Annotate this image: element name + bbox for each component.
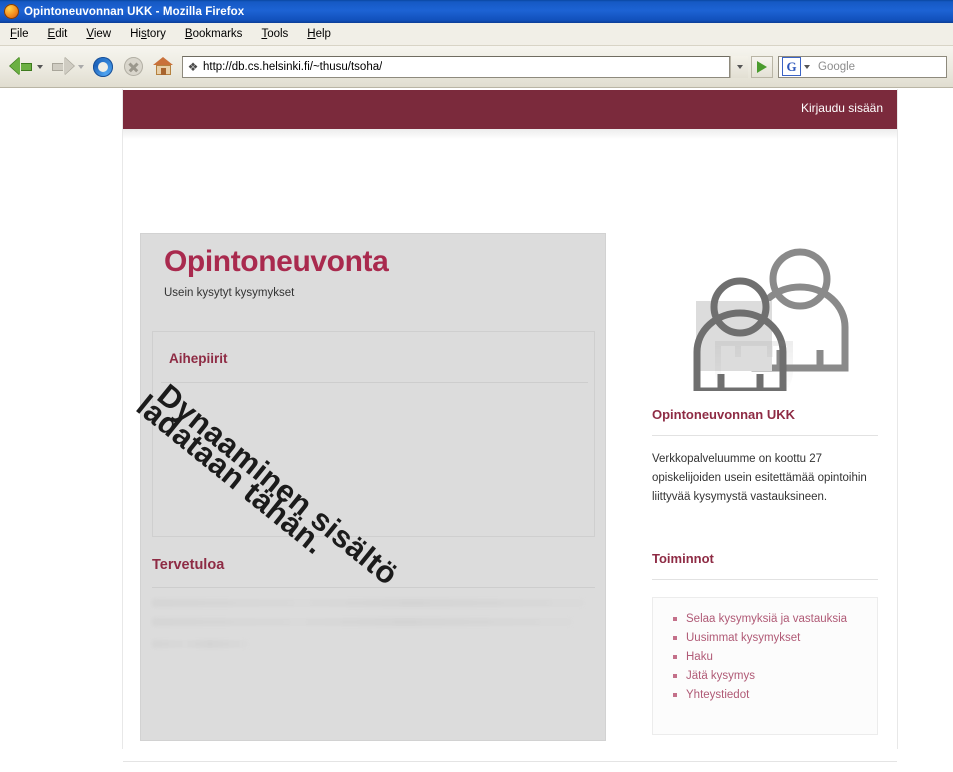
home-button[interactable] <box>148 52 178 82</box>
search-bar[interactable]: G Google <box>778 55 947 78</box>
actions-heading: Toiminnot <box>652 551 714 566</box>
menu-item-edit[interactable]: Edit <box>48 28 68 40</box>
window-titlebar: Opintoneuvonnan UKK - Mozilla Firefox <box>0 0 953 23</box>
topics-heading: Aihepiirit <box>169 351 228 366</box>
page-subtitle: Usein kysytyt kysymykset <box>164 287 295 299</box>
actions-list-box: Selaa kysymyksiä ja vastauksia Uusimmat … <box>652 597 878 735</box>
welcome-body-line <box>152 599 584 607</box>
list-item[interactable]: Selaa kysymyksiä ja vastauksia <box>673 610 877 629</box>
page-viewport: Kirjaudu sisään Opintoneuvonta Usein kys… <box>0 89 953 772</box>
menu-item-tools[interactable]: Tools <box>261 28 288 40</box>
welcome-body-line <box>152 640 248 648</box>
welcome-divider <box>152 587 595 588</box>
menu-item-help[interactable]: Help <box>307 28 331 40</box>
about-heading: Opintoneuvonnan UKK <box>652 407 795 422</box>
welcome-body-line <box>152 618 572 626</box>
site-branding: Opintoneuvonta Usein kysytyt kysymykset <box>164 245 594 300</box>
stop-button[interactable] <box>118 52 148 82</box>
home-icon <box>152 57 174 76</box>
google-icon[interactable]: G <box>782 57 801 76</box>
firefox-icon <box>4 4 19 19</box>
search-engine-dropdown-icon[interactable] <box>804 64 810 69</box>
menu-item-bookmarks[interactable]: Bookmarks <box>185 28 243 40</box>
about-section: Opintoneuvonnan UKK Verkkopalveluumme on… <box>652 407 878 507</box>
search-input[interactable]: Google <box>818 61 855 73</box>
list-item[interactable]: Jätä kysymys <box>673 667 877 686</box>
topics-divider <box>161 382 588 383</box>
page-title: Opintoneuvonta <box>164 245 389 278</box>
forward-arrow-icon <box>51 57 74 76</box>
back-button[interactable] <box>6 52 36 82</box>
menu-item-file[interactable]: File <box>10 28 29 40</box>
url-text: http://db.cs.helsinki.fi/~thusu/tsoha/ <box>203 60 383 73</box>
url-dropdown-button[interactable] <box>730 55 748 78</box>
back-history-dropdown-icon[interactable] <box>37 64 43 69</box>
forward-history-dropdown-icon[interactable] <box>78 64 84 69</box>
forward-button[interactable] <box>47 52 77 82</box>
menu-item-view[interactable]: View <box>86 28 111 40</box>
go-arrow-icon <box>757 60 767 73</box>
firefox-window: Opintoneuvonnan UKK - Mozilla Firefox Fi… <box>0 0 953 772</box>
go-button[interactable] <box>751 55 773 78</box>
login-link[interactable]: Kirjaudu sisään <box>801 101 883 115</box>
reload-icon <box>93 56 113 77</box>
list-item[interactable]: Uusimmat kysymykset <box>673 629 877 648</box>
about-body: Verkkopalveluumme on koottu 27 opiskelij… <box>652 453 867 503</box>
actions-list: Selaa kysymyksiä ja vastauksia Uusimmat … <box>653 598 877 705</box>
url-bar[interactable]: ❖ http://db.cs.helsinki.fi/~thusu/tsoha/ <box>182 55 730 78</box>
actions-divider <box>652 579 878 580</box>
logo-reflection <box>706 341 826 393</box>
menu-bar: File Edit View History Bookmarks Tools H… <box>0 23 953 46</box>
actions-section: Toiminnot <box>652 551 878 580</box>
site-header-bar: Kirjaudu sisään <box>123 90 897 129</box>
page-icon: ❖ <box>187 59 199 74</box>
about-divider <box>652 435 878 436</box>
navigation-toolbar: ❖ http://db.cs.helsinki.fi/~thusu/tsoha/… <box>0 46 953 88</box>
header-gradient-strip <box>123 129 897 139</box>
menu-item-history[interactable]: History <box>130 28 166 40</box>
stop-icon <box>123 57 143 76</box>
reload-button[interactable] <box>88 52 118 82</box>
list-item[interactable]: Haku <box>673 648 877 667</box>
back-arrow-icon <box>9 57 33 76</box>
list-item[interactable]: Yhteystiedot <box>673 686 877 705</box>
window-title: Opintoneuvonnan UKK - Mozilla Firefox <box>24 5 245 18</box>
footer-divider <box>123 761 897 762</box>
